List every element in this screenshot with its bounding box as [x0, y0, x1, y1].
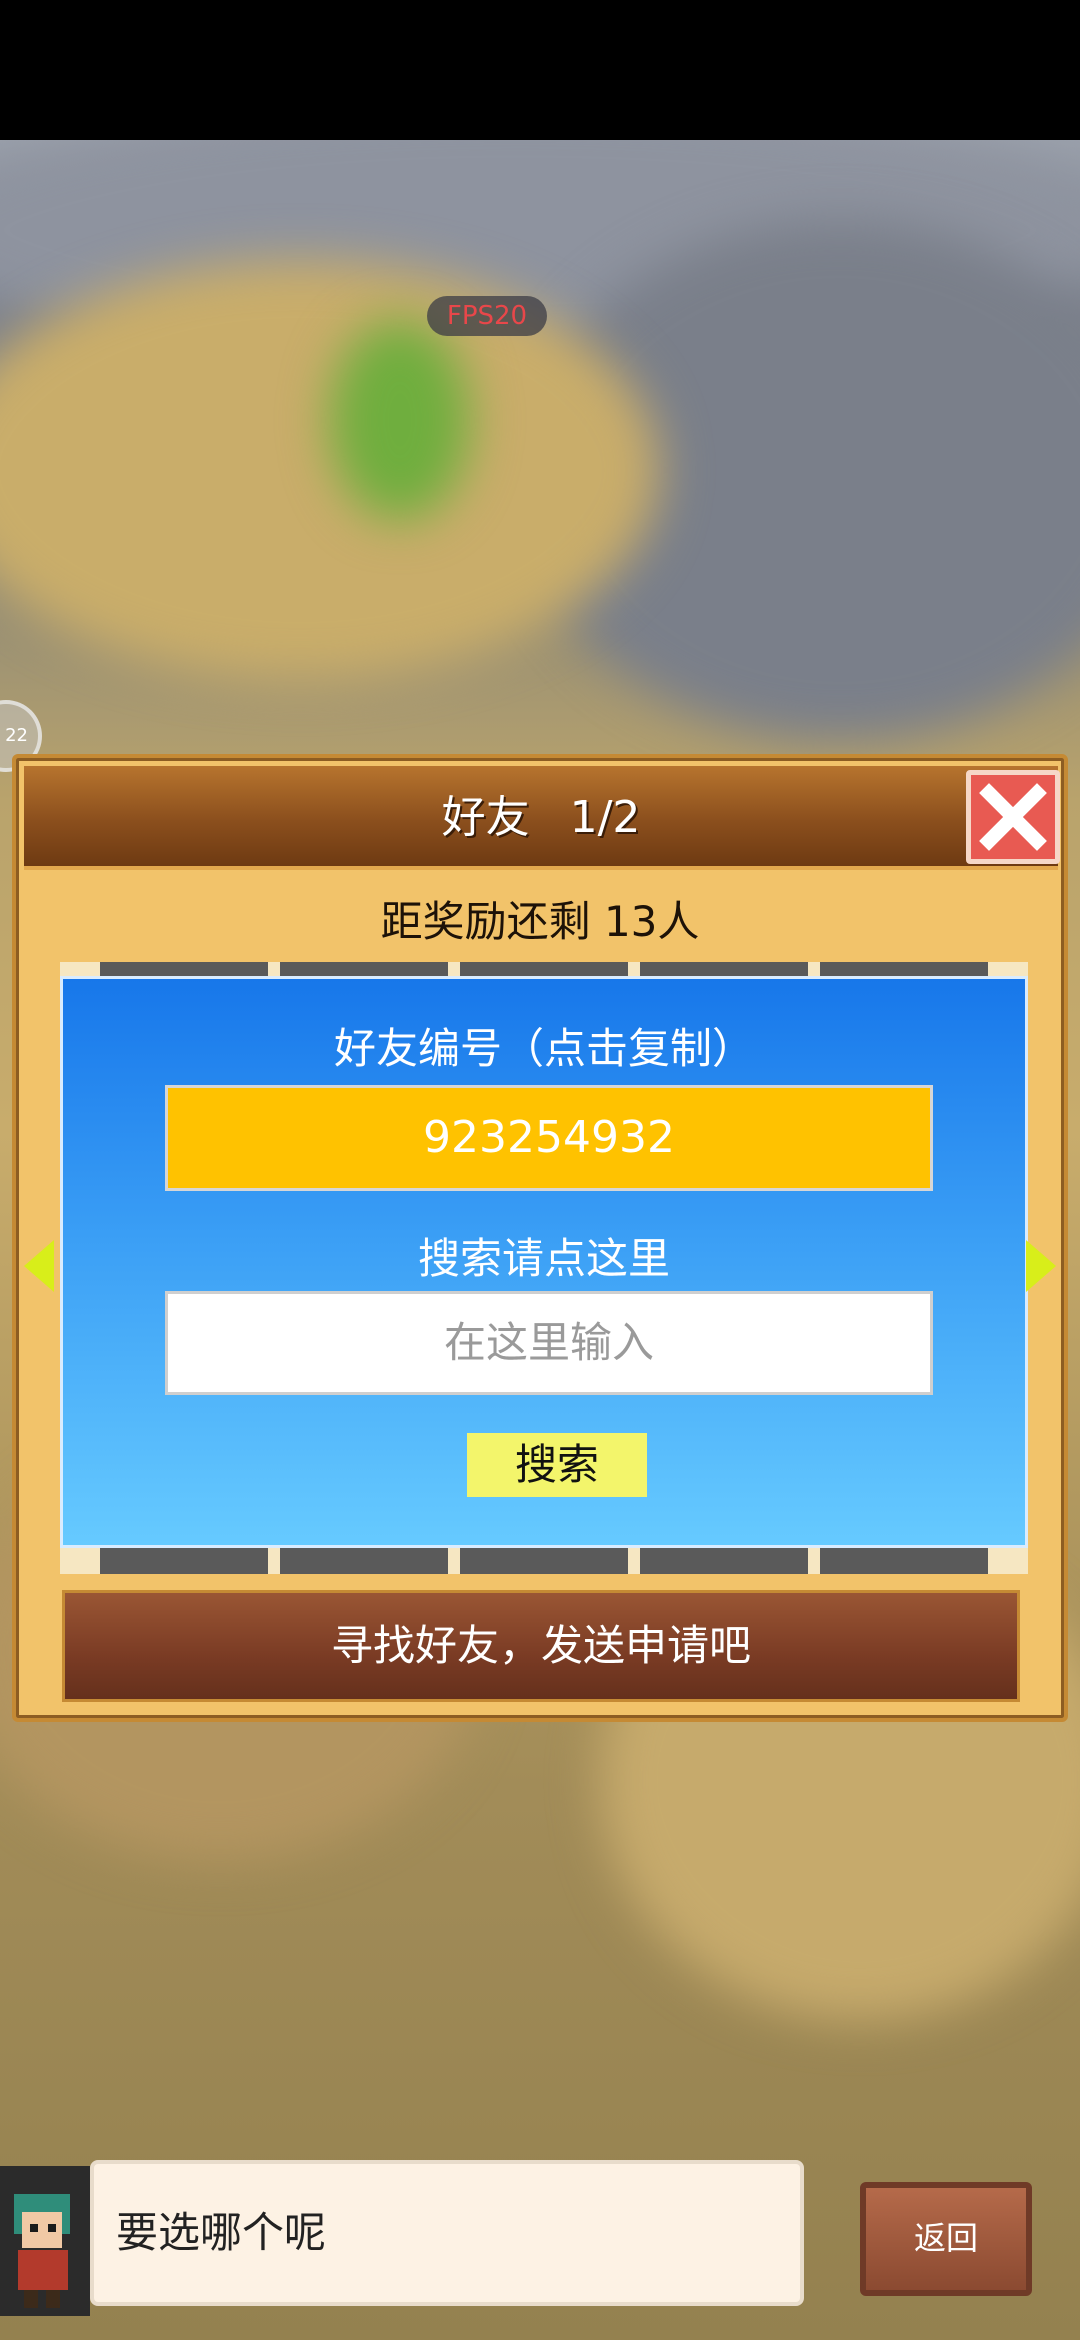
tab	[100, 962, 268, 976]
tab	[460, 962, 628, 976]
panel-tabs-top	[60, 962, 1028, 976]
back-button[interactable]: 返回	[860, 2182, 1032, 2296]
friend-search-panel: 好友编号（点击复制） 923254932 搜索请点这里 在这里输入 搜索	[60, 976, 1028, 1548]
tab[interactable]	[100, 1548, 268, 1574]
next-page-arrow-icon[interactable]	[1026, 1240, 1056, 1292]
find-friends-button[interactable]: 寻找好友，发送申请吧	[62, 1590, 1020, 1702]
tree-blur	[330, 320, 470, 520]
prev-page-arrow-icon[interactable]	[24, 1240, 54, 1292]
fps-counter: FPS20	[427, 296, 547, 336]
dialogue-box: 要选哪个呢	[90, 2160, 804, 2306]
tab[interactable]	[280, 1548, 448, 1574]
search-label: 搜索请点这里	[417, 1234, 670, 1283]
close-icon	[979, 783, 1047, 851]
panel-tabs-bottom	[60, 1548, 1028, 1574]
search-input[interactable]: 在这里输入	[165, 1291, 933, 1395]
tab[interactable]	[820, 1548, 988, 1574]
friends-dialog: 好友 1/2 距奖励还剩 13人 好友编号（点击复制） 923254932 搜索请…	[12, 754, 1068, 1722]
reward-progress-text: 距奖励还剩 13人	[380, 897, 700, 946]
page-indicator: 1/2	[569, 792, 641, 843]
tab	[820, 962, 988, 976]
friend-id-label: 好友编号（点击复制）	[333, 1024, 754, 1073]
friend-id-copy-field[interactable]: 923254932	[165, 1085, 933, 1191]
status-bar	[0, 0, 1080, 140]
tab[interactable]	[640, 1548, 808, 1574]
tab	[640, 962, 808, 976]
title-text: 好友	[441, 792, 530, 843]
search-button[interactable]: 搜索	[467, 1433, 647, 1497]
dialog-title: 好友 1/2	[24, 766, 1058, 870]
tab[interactable]	[460, 1548, 628, 1574]
character-icon	[14, 2194, 70, 2308]
character-avatar	[0, 2166, 90, 2316]
tab	[280, 962, 448, 976]
dialog-header: 好友 1/2	[24, 766, 1058, 870]
close-button[interactable]	[966, 770, 1060, 864]
